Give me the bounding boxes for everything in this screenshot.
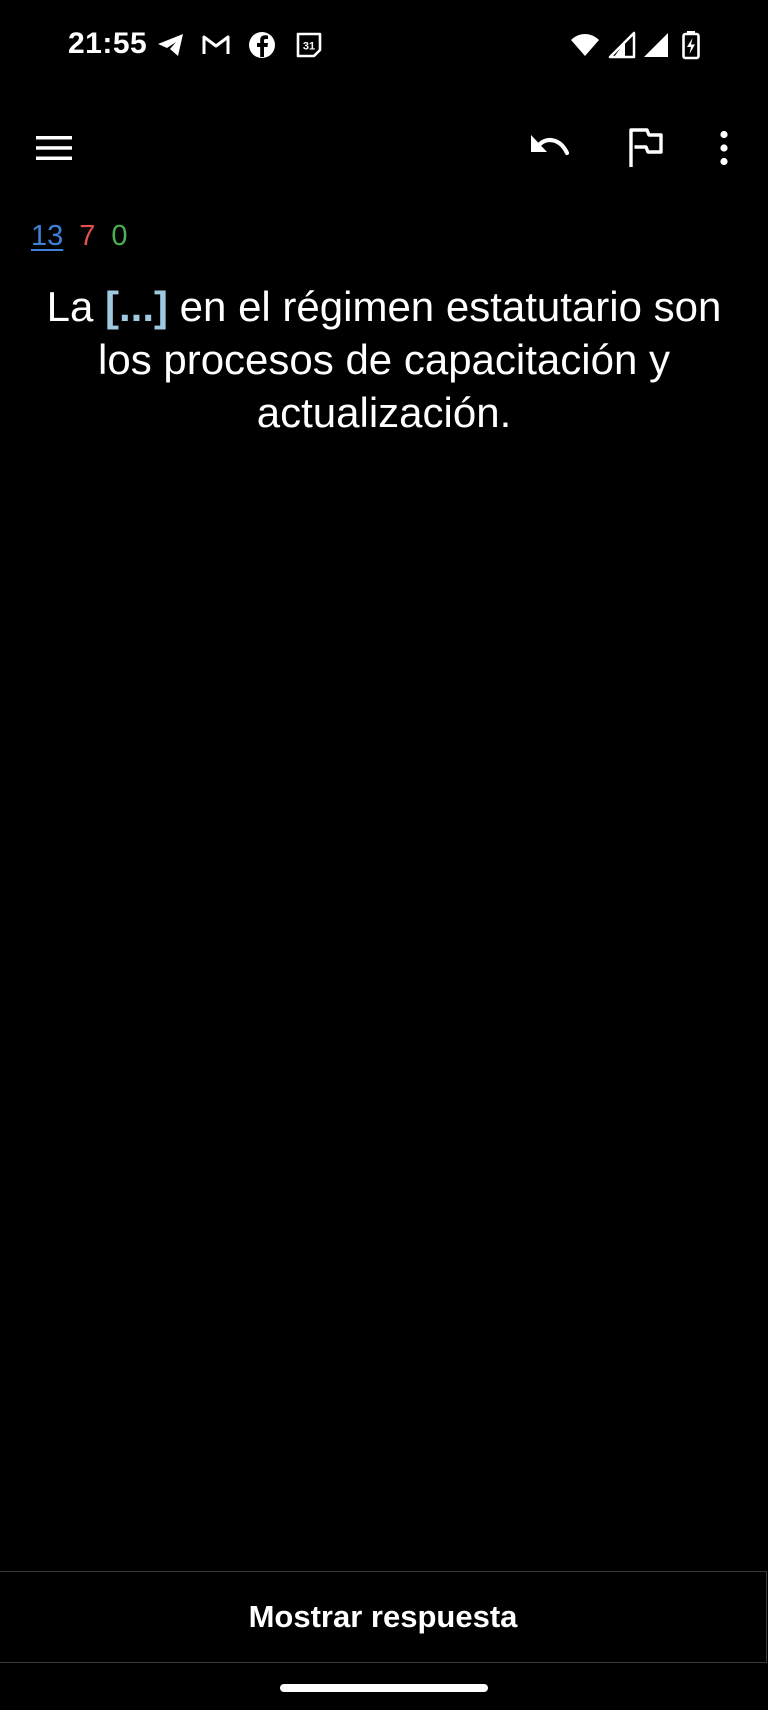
menu-icon: [36, 136, 72, 160]
telegram-icon: [158, 34, 183, 56]
menu-button[interactable]: [24, 118, 84, 178]
battery-charging-icon: [682, 31, 700, 60]
show-answer-label: Mostrar respuesta: [248, 1599, 518, 1634]
gesture-navigation-bar[interactable]: [280, 1684, 488, 1692]
calendar-icon: 31: [296, 32, 322, 58]
learning-count: 7: [79, 220, 96, 252]
review-count: 0: [111, 220, 128, 252]
undo-icon: [531, 135, 570, 156]
question-text-after: en el régimen estatutario son los proces…: [98, 283, 722, 436]
cell-signal-icon: [644, 33, 668, 57]
flag-button[interactable]: [616, 118, 676, 178]
cloze-deletion: [...]: [105, 283, 169, 330]
status-bar: 21:55 31: [0, 0, 768, 92]
cell-signal-icon: [608, 31, 636, 59]
undo-button[interactable]: [520, 118, 580, 178]
flag-icon: [629, 128, 663, 167]
card-question: La [...] en el régimen estatutario son l…: [18, 280, 750, 439]
card-counts: 13 7 0: [31, 218, 128, 254]
facebook-icon: [249, 32, 275, 58]
more-options-button[interactable]: [694, 118, 754, 178]
wifi-icon: [571, 34, 599, 56]
show-answer-button[interactable]: Mostrar respuesta: [0, 1571, 767, 1663]
status-time: 21:55: [68, 27, 148, 60]
question-text-before: La: [46, 283, 106, 330]
new-count: 13: [31, 220, 64, 252]
toolbar: [0, 108, 768, 188]
more-vert-icon: [720, 130, 728, 166]
calendar-day: 31: [303, 41, 315, 53]
gmail-icon: [202, 35, 230, 54]
